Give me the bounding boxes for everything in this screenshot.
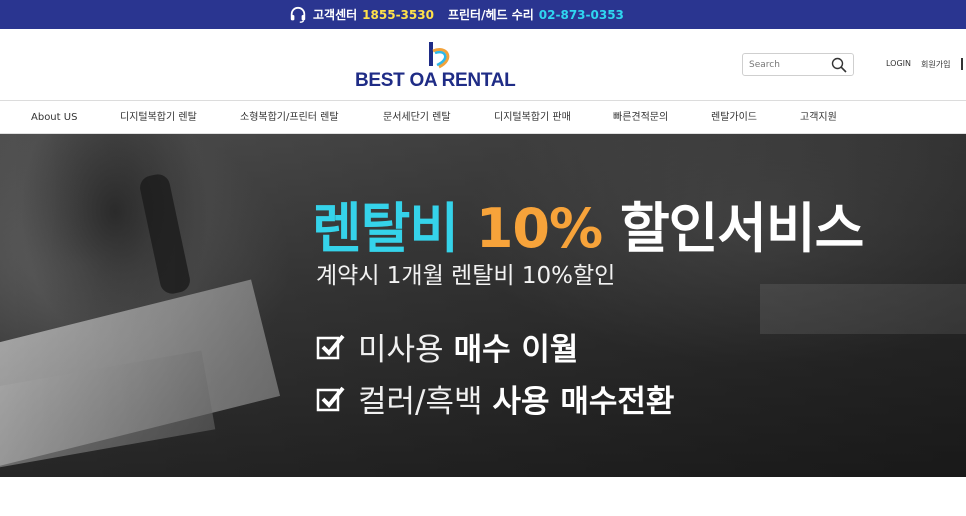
nav-item-about-us[interactable]: About US xyxy=(31,101,77,134)
site-logo[interactable]: BEST OA RENTAL xyxy=(355,39,520,95)
checkbox-checked-icon xyxy=(316,386,345,411)
nav-item-rental-guide[interactable]: 렌탈가이드 xyxy=(711,101,757,134)
search-icon[interactable] xyxy=(831,57,847,73)
search-input[interactable] xyxy=(749,57,829,73)
banner-headline: 렌탈비 10% 할인서비스 xyxy=(312,184,864,263)
contact-info: 고객센터 1855-3530 프린터/헤드 수리 02-873-0353 xyxy=(289,0,624,29)
nav-item-quick-quote[interactable]: 빠른견적문의 xyxy=(613,101,668,134)
promo-banner[interactable]: 렌탈비 10% 할인서비스 계약시 1개월 렌탈비 10%할인 미사용 매수 이… xyxy=(0,134,966,477)
headline-percent: 10% xyxy=(475,197,603,260)
headline-rental-fee: 렌탈비 xyxy=(312,197,459,260)
printer-repair-label: 프린터/헤드 수리 xyxy=(447,8,534,22)
benefit-bold-text: 사용 매수전환 xyxy=(492,384,675,420)
page-body-blank xyxy=(0,477,966,516)
search-box xyxy=(742,53,854,76)
signup-link[interactable]: 회원가입 xyxy=(921,59,950,70)
headline-discount: 할인서비스 xyxy=(619,197,864,260)
benefit-light-text: 미사용 xyxy=(358,332,444,368)
headset-icon xyxy=(290,6,306,23)
benefit-row: 미사용 매수 이월 xyxy=(316,324,578,369)
logo-text: BEST OA RENTAL xyxy=(355,70,516,91)
banner-subline: 계약시 1개월 렌탈비 10%할인 xyxy=(316,263,616,289)
main-nav: About US 디지털복합기 렌탈 소형복합기/프린터 렌탈 문서세단기 렌탈… xyxy=(0,101,966,134)
nav-item-small-printer-rental[interactable]: 소형복합기/프린터 렌탈 xyxy=(240,101,339,134)
site-header: BEST OA RENTAL LOGIN 회원가입 xyxy=(0,29,966,101)
top-contact-bar: 고객센터 1855-3530 프린터/헤드 수리 02-873-0353 xyxy=(0,0,966,29)
benefit-light-text: 컬러/흑백 xyxy=(358,384,483,420)
checkbox-checked-icon xyxy=(316,334,345,359)
nav-item-support[interactable]: 고객지원 xyxy=(800,101,837,134)
customer-center-number[interactable]: 1855-3530 xyxy=(362,8,434,22)
customer-center-label: 고객센터 xyxy=(313,8,358,22)
logo-mark-icon xyxy=(429,42,450,69)
benefit-row: 컬러/흑백 사용 매수전환 xyxy=(316,376,674,421)
nav-item-digital-mfp-sales[interactable]: 디지털복합기 판매 xyxy=(494,101,571,134)
login-link[interactable]: LOGIN xyxy=(886,59,911,68)
benefit-bold-text: 매수 이월 xyxy=(453,332,579,368)
nav-item-digital-mfp-rental[interactable]: 디지털복합기 렌탈 xyxy=(120,101,197,134)
nav-item-shredder-rental[interactable]: 문서세단기 렌탈 xyxy=(383,101,451,134)
printer-repair-number[interactable]: 02-873-0353 xyxy=(539,8,624,22)
cart-icon-partial[interactable] xyxy=(961,58,966,70)
